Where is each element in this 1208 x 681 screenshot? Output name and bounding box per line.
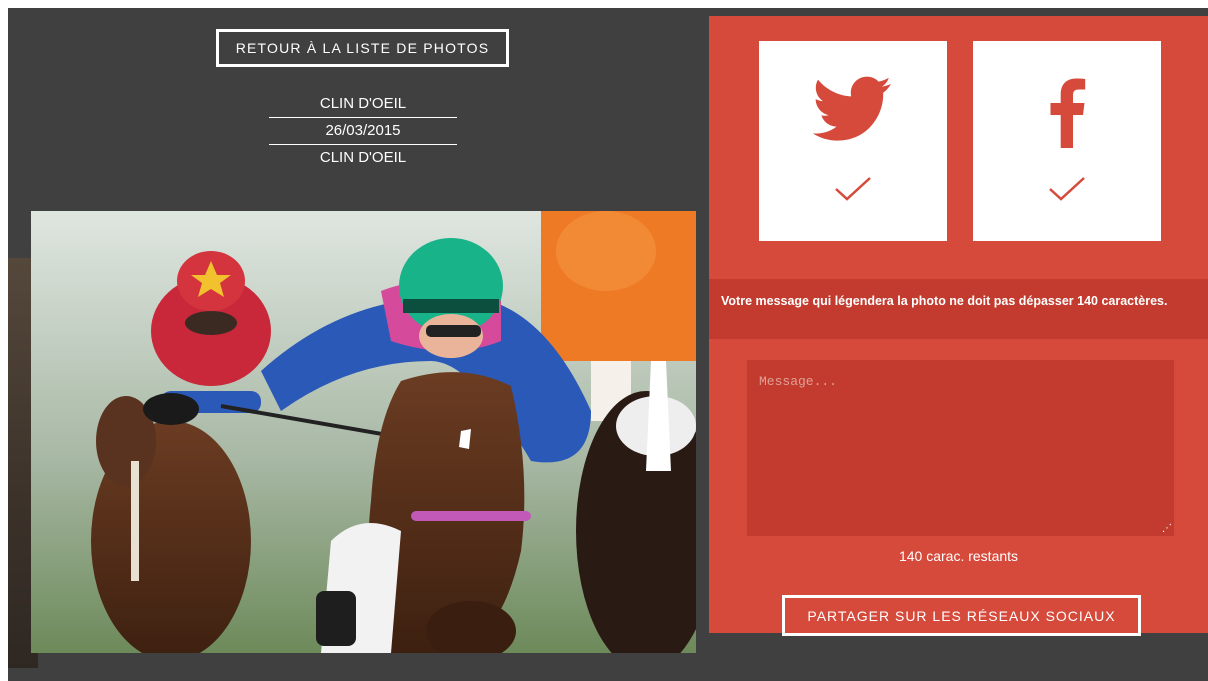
chars-remaining-counter: 140 carac. restants — [898, 548, 1019, 564]
share-on-social-networks-button[interactable]: PARTAGER SUR LES RÉSEAUX SOCIAUX — [782, 595, 1141, 636]
check-icon — [1049, 177, 1085, 201]
back-to-photo-list-button[interactable]: RETOUR À LA LISTE DE PHOTOS — [216, 29, 509, 67]
facebook-share-toggle[interactable] — [973, 41, 1161, 241]
horse-racing-image — [31, 211, 696, 653]
caption-length-notice: Votre message qui légendera la photo ne … — [709, 279, 1208, 339]
facebook-f-icon — [1050, 78, 1086, 148]
share-button-label: PARTAGER SUR LES RÉSEAUX SOCIAUX — [807, 607, 1116, 624]
photo-title: CLIN D'OEIL — [319, 95, 407, 112]
share-panel: Votre message qui légendera la photo ne … — [709, 16, 1208, 636]
photo-date: 26/03/2015 — [325, 122, 401, 139]
photo-category: CLIN D'OEIL — [319, 149, 407, 166]
back-button-label: RETOUR À LA LISTE DE PHOTOS — [235, 40, 490, 56]
horse-racing-photo — [31, 211, 696, 653]
divider — [269, 144, 457, 145]
divider — [269, 117, 457, 118]
photo-meta: CLIN D'OEIL 26/03/2015 CLIN D'OEIL — [269, 92, 457, 170]
twitter-bird-icon — [813, 76, 891, 141]
message-textarea[interactable] — [747, 360, 1174, 536]
check-icon — [835, 177, 871, 201]
textarea-resize-handle[interactable]: ⋰ — [1162, 524, 1172, 534]
twitter-share-toggle[interactable] — [759, 41, 947, 241]
photo-detail-page: RETOUR À LA LISTE DE PHOTOS CLIN D'OEIL … — [8, 8, 1208, 681]
